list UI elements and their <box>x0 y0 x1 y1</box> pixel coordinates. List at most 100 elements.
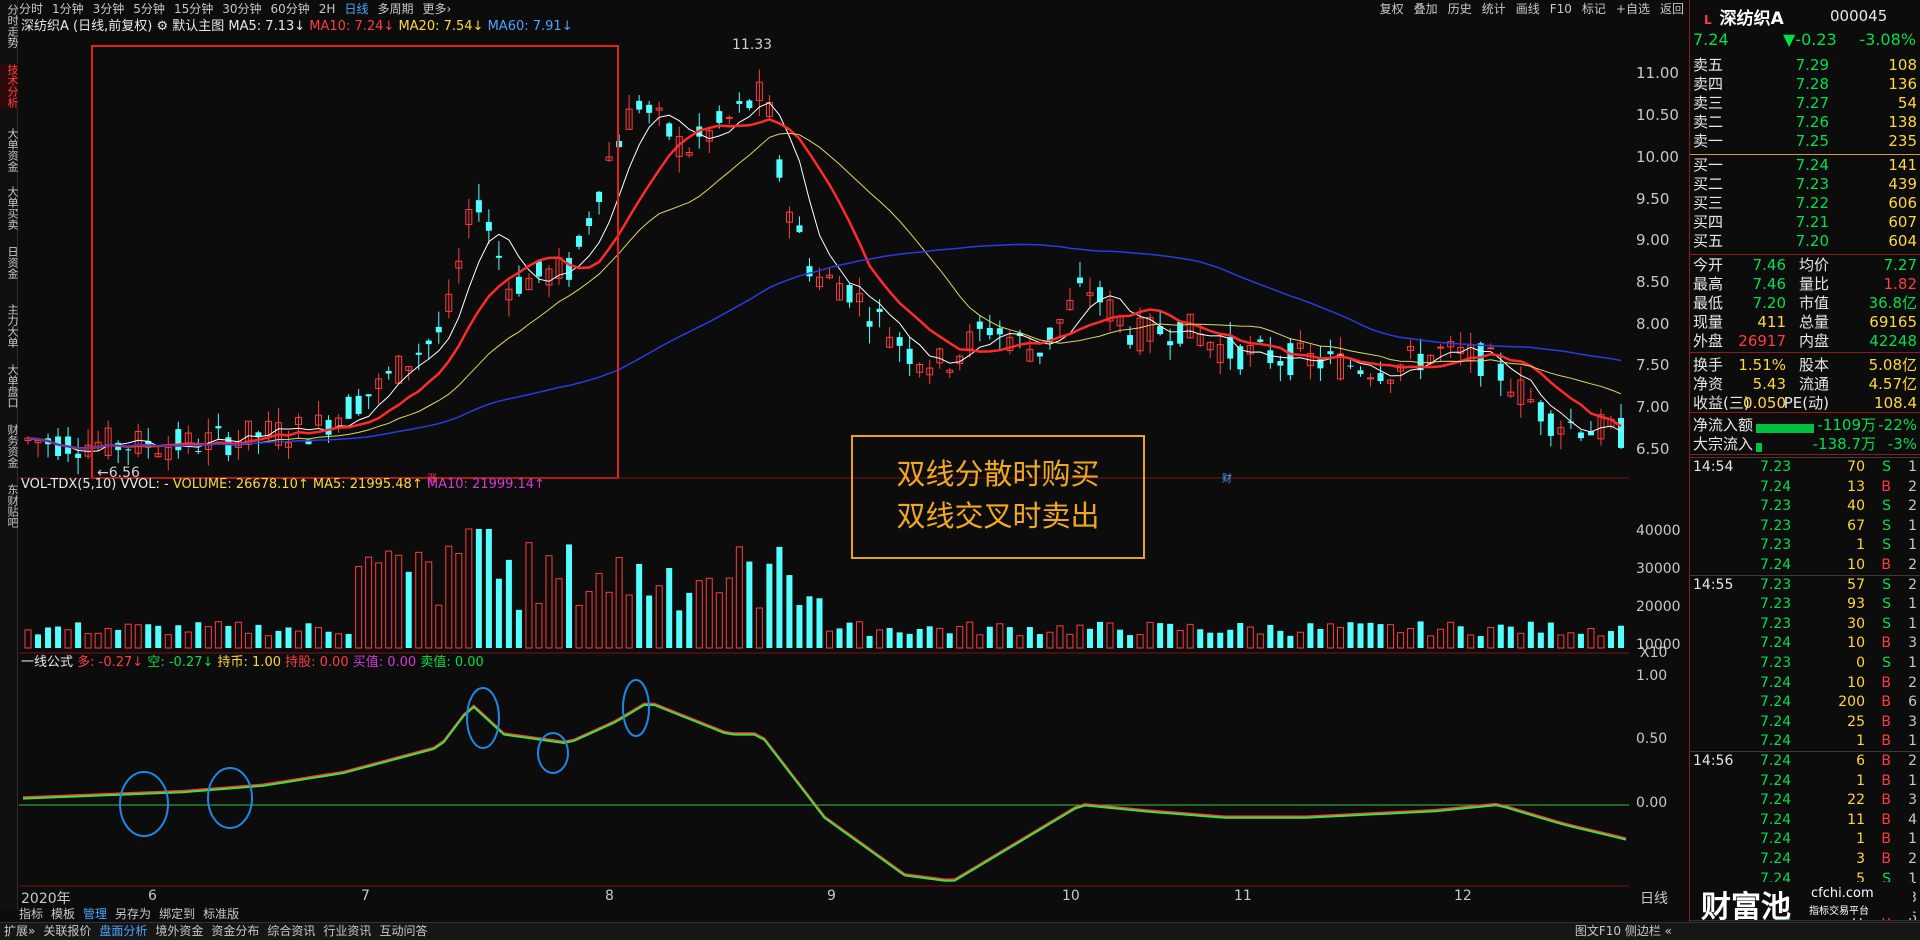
kline-chart[interactable] <box>19 18 1629 904</box>
tab-daily[interactable]: 日线 <box>344 0 368 18</box>
stat2-row-cell: 0.050 <box>1743 394 1786 412</box>
bb-zijin[interactable]: 资金分布 <box>211 924 259 938</box>
tool-zhibiao[interactable]: 指标 <box>19 907 43 921</box>
tick-cell: 200 <box>1838 694 1865 711</box>
bid-row-cell: 607 <box>1888 213 1917 231</box>
nav-dadan-maimai[interactable]: 大单买卖 <box>0 186 19 230</box>
tab-15min[interactable]: 15分钟 <box>174 0 213 18</box>
vol-bar <box>1597 635 1605 649</box>
btn-f10[interactable]: F10 <box>1550 2 1572 16</box>
volume-header: VOL-TDX(5,10) VVOL: - VOLUME: 26678.10↑ … <box>21 476 545 494</box>
bb-pankou[interactable]: 盘面分析 <box>99 924 147 938</box>
vol-bar <box>115 629 122 648</box>
nav-zhuli[interactable]: 主力大单 <box>0 304 19 348</box>
vol-bar <box>45 627 52 648</box>
tick-cell: B <box>1881 557 1891 573</box>
candle-body <box>1477 343 1484 376</box>
vol-bar <box>585 591 593 649</box>
btn-tongji[interactable]: 统计 <box>1482 2 1506 16</box>
tab-multi[interactable]: 多周期 <box>377 0 413 18</box>
bb-guanlian[interactable]: 关联报价 <box>43 924 91 938</box>
tool-bangding[interactable]: 绑定到 <box>159 907 195 921</box>
vol-bar <box>75 622 82 648</box>
x-label: 11 <box>1234 888 1252 904</box>
bb-jingwai[interactable]: 境外资金 <box>155 924 203 938</box>
bb-zonghe[interactable]: 综合资讯 <box>267 924 315 938</box>
stat2-row-cell: 换手 <box>1693 356 1724 374</box>
ind-mai2: 卖值: 0.00 <box>420 655 484 670</box>
vol-bar <box>1477 636 1484 648</box>
vol-bar <box>1076 624 1084 649</box>
btn-lishi[interactable]: 历史 <box>1448 2 1472 16</box>
vol-bar <box>395 554 403 649</box>
nav-ri-zijin[interactable]: 日资金 <box>0 246 19 279</box>
bid-row-cell: 604 <box>1888 232 1917 250</box>
nav-jishu[interactable]: 技术分析 <box>0 64 19 108</box>
btn-fanhui[interactable]: 返回 <box>1660 2 1684 16</box>
period-label[interactable]: 日线 <box>1640 888 1668 908</box>
ind-chibi: 持币: 1.00 <box>217 655 281 670</box>
btn-biaoji[interactable]: 标记 <box>1582 2 1606 16</box>
tab-2h[interactable]: 2H <box>319 0 336 18</box>
vol-bar <box>64 629 72 649</box>
bid-row-cell: 7.24 <box>1795 156 1829 174</box>
nav-tieba[interactable]: 东财贴吧 <box>0 484 19 528</box>
candle-body <box>1227 336 1234 359</box>
vol-bar <box>345 634 352 648</box>
tick-cell: 10 <box>1847 557 1865 573</box>
btn-fuquan[interactable]: 复权 <box>1380 2 1404 16</box>
tool-guanli[interactable]: 管理 <box>83 907 107 921</box>
tool-biaozhun[interactable]: 标准版 <box>203 907 239 921</box>
nav-pankou[interactable]: 大单盘口 <box>0 364 19 408</box>
vol-bar <box>24 629 32 649</box>
tick-cell: S <box>1882 498 1891 515</box>
tick-row: 7.24 1 B 1 <box>1690 830 1920 849</box>
vol-bar <box>285 627 292 648</box>
tab-1min[interactable]: 1分钟 <box>52 0 84 18</box>
vol-name[interactable]: VOL-TDX(5,10) VVOL: - <box>21 477 169 492</box>
tab-60min[interactable]: 60分钟 <box>271 0 310 18</box>
tick-cell: 13 <box>1847 478 1865 495</box>
tool-moban[interactable]: 模板 <box>51 907 75 921</box>
tick-cell: 40 <box>1847 498 1865 515</box>
tick-row: 7.23 93 S 1 <box>1690 595 1920 614</box>
bid-row-cell: 买三 <box>1693 194 1724 212</box>
bb-hudong[interactable]: 互动问答 <box>379 924 427 938</box>
tab-more[interactable]: 更多› <box>422 0 451 18</box>
tick-row: 7.23 40 S 2 <box>1690 497 1920 516</box>
tick-row: 7.24 200 B 6 <box>1690 693 1920 712</box>
bb-hangye[interactable]: 行业资讯 <box>323 924 371 938</box>
candle-body <box>566 257 573 280</box>
vol-bar <box>1607 631 1614 648</box>
nav-caiwu[interactable]: 财务资金 <box>0 424 19 468</box>
ind-name[interactable]: 一线公式 <box>21 655 73 670</box>
tab-fenshi[interactable]: 分时 <box>19 0 43 18</box>
vol-bar <box>636 563 643 648</box>
btn-diejia[interactable]: 叠加 <box>1414 2 1438 16</box>
bb-f10[interactable]: 图文F10 侧边栏 « <box>1575 923 1672 940</box>
tab-30min[interactable]: 30分钟 <box>222 0 261 18</box>
ma60-line <box>27 243 1622 450</box>
stat-row: 最低 7.20 市值 36.8亿 <box>1690 294 1920 313</box>
tick-cell: B <box>1881 733 1891 750</box>
tick-row: 7.23 30 S 1 <box>1690 615 1920 634</box>
vol-bar <box>946 633 953 648</box>
flow-row-cell: -1109万 <box>1817 416 1876 434</box>
stat-row-cell: 69165 <box>1869 313 1917 331</box>
btn-zixuan[interactable]: +自选 <box>1616 2 1650 16</box>
tick-cell: B <box>1881 635 1891 652</box>
vol-bar <box>1127 635 1134 648</box>
vol-bar <box>84 633 92 649</box>
candle-body <box>1287 343 1294 376</box>
tab-5min[interactable]: 5分钟 <box>133 0 165 18</box>
nav-fenshi[interactable]: 分时走势 <box>0 4 19 48</box>
candle-body <box>576 235 583 247</box>
tick-divider <box>1690 751 1920 752</box>
tool-lingcun[interactable]: 另存为 <box>115 907 151 921</box>
tab-3min[interactable]: 3分钟 <box>93 0 125 18</box>
vol-bar <box>986 626 993 648</box>
bb-kuozhan[interactable]: 扩展» <box>4 924 35 938</box>
nav-dadan-zijin[interactable]: 大单资金 <box>0 128 19 172</box>
ask-row-cell: 235 <box>1888 132 1917 150</box>
btn-huaxian[interactable]: 画线 <box>1516 2 1540 16</box>
